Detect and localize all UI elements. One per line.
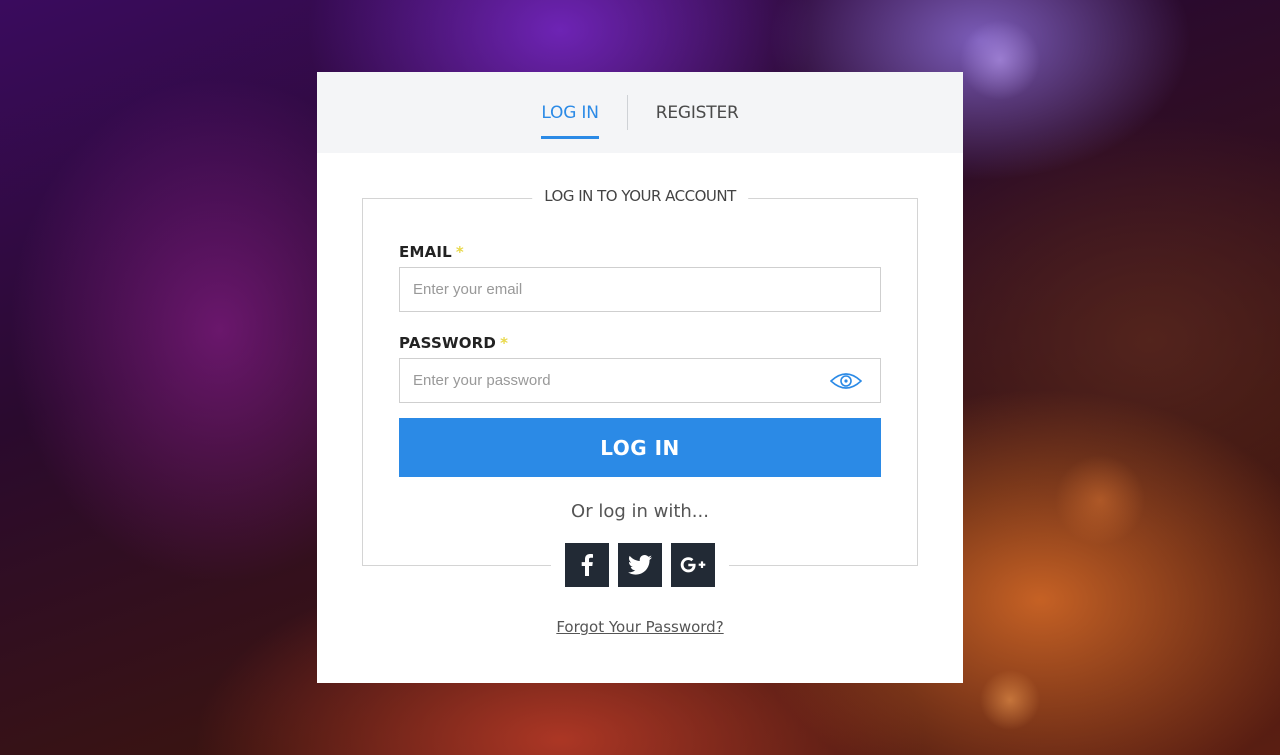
eye-icon[interactable] <box>830 372 862 390</box>
auth-tabs: LOG IN REGISTER <box>317 72 963 153</box>
password-label-text: PASSWORD <box>399 334 497 352</box>
form-legend: LOG IN TO YOUR ACCOUNT <box>532 187 748 205</box>
login-panel: LOG IN REGISTER LOG IN TO YOUR ACCOUNT E… <box>317 72 963 683</box>
twitter-icon <box>628 555 652 575</box>
log-in-button[interactable]: LOG IN <box>399 418 881 477</box>
email-required-mark: * <box>455 243 464 261</box>
tab-log-in[interactable]: LOG IN <box>513 72 626 153</box>
forgot-password-row: Forgot Your Password? <box>317 617 963 636</box>
google-plus-login-button[interactable] <box>671 543 715 587</box>
password-required-mark: * <box>500 334 509 352</box>
password-field-wrapper <box>399 358 881 403</box>
facebook-login-button[interactable] <box>565 543 609 587</box>
login-form: LOG IN TO YOUR ACCOUNT EMAIL* PASSWORD* … <box>362 187 918 587</box>
email-field-wrapper <box>399 267 881 312</box>
google-plus-icon <box>680 557 706 573</box>
tab-register-label: REGISTER <box>655 102 739 123</box>
active-tab-indicator <box>541 136 599 139</box>
tab-log-in-label: LOG IN <box>541 102 599 123</box>
email-field[interactable] <box>413 281 867 298</box>
forgot-password-link[interactable]: Forgot Your Password? <box>556 618 723 636</box>
social-login-buttons <box>551 543 729 587</box>
facebook-icon <box>581 554 593 576</box>
password-field[interactable] <box>413 372 867 389</box>
twitter-login-button[interactable] <box>618 543 662 587</box>
tab-register[interactable]: REGISTER <box>628 72 767 153</box>
social-login-prompt: Or log in with... <box>571 501 709 522</box>
email-label-text: EMAIL <box>399 243 452 261</box>
password-label: PASSWORD * <box>399 334 508 352</box>
email-label: EMAIL * <box>399 243 464 261</box>
